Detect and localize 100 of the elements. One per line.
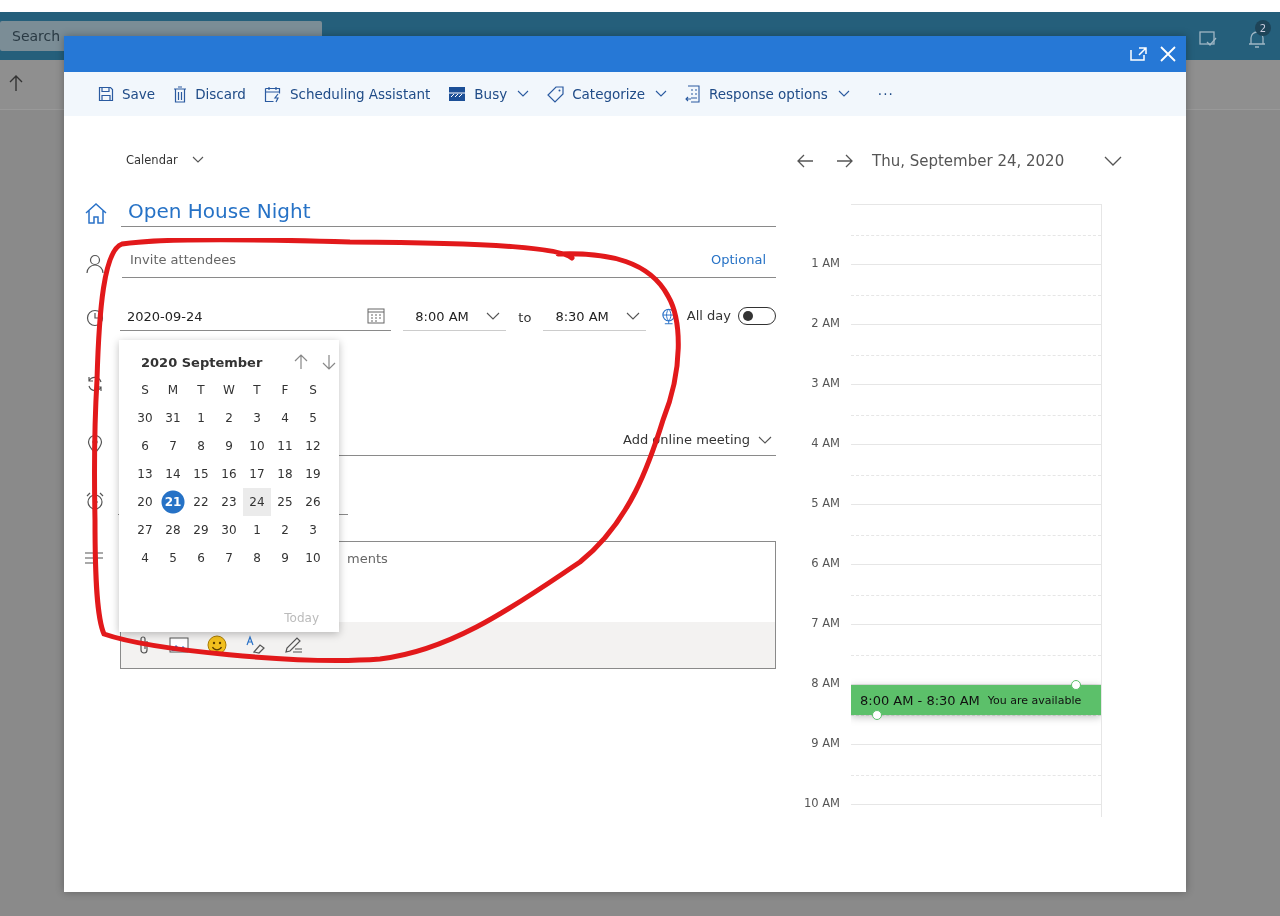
arrow-down-icon[interactable] xyxy=(322,354,337,370)
arrow-up-icon[interactable] xyxy=(8,74,24,92)
calendar-day[interactable]: 24 xyxy=(243,488,271,516)
attendees-field[interactable]: Invite attendees Optional xyxy=(122,249,776,278)
calendar-day[interactable]: 8 xyxy=(243,544,271,572)
hour-label: 9 AM xyxy=(811,736,840,750)
calendar-day[interactable]: 1 xyxy=(187,404,215,432)
close-icon[interactable] xyxy=(1160,46,1176,62)
calendar-day[interactable]: 3 xyxy=(299,516,327,544)
chevron-down-icon xyxy=(191,156,204,164)
toolbar-button[interactable]: Response options xyxy=(685,85,850,103)
hour-label: 2 AM xyxy=(811,316,840,330)
calendar-day[interactable]: 4 xyxy=(271,404,299,432)
event-block[interactable]: 8:00 AM - 8:30 AM You are available xyxy=(851,685,1101,715)
calendar-day[interactable]: 21 xyxy=(159,488,187,516)
calendar-day[interactable]: 2 xyxy=(215,404,243,432)
resize-handle[interactable] xyxy=(872,710,882,720)
calendar-day[interactable]: 10 xyxy=(299,544,327,572)
all-day-toggle[interactable] xyxy=(738,306,776,325)
weekday-label: T xyxy=(196,382,206,399)
chevron-down-icon xyxy=(486,312,501,320)
description-field[interactable]: ments xyxy=(347,551,388,566)
calendar-icon[interactable] xyxy=(367,308,386,324)
toolbar-button[interactable]: Scheduling Assistant xyxy=(263,85,431,103)
calendar-day[interactable]: 4 xyxy=(131,544,159,572)
text-lines-icon xyxy=(84,551,104,565)
calendar-day[interactable]: 7 xyxy=(159,432,187,460)
calendar-day[interactable]: 10 xyxy=(243,432,271,460)
calendar-icon xyxy=(263,85,282,103)
calendar-day[interactable]: 26 xyxy=(299,488,327,516)
calendar-day[interactable]: 11 xyxy=(271,432,299,460)
calendar-day[interactable]: 9 xyxy=(271,544,299,572)
calendar-day[interactable]: 25 xyxy=(271,488,299,516)
calendar-day[interactable]: 29 xyxy=(187,516,215,544)
toolbar-button[interactable]: Discard xyxy=(173,85,246,103)
calendar-day[interactable]: 2 xyxy=(271,516,299,544)
emoji-icon[interactable] xyxy=(207,635,227,655)
calendar-day[interactable]: 6 xyxy=(131,432,159,460)
calendar-day[interactable]: 27 xyxy=(131,516,159,544)
list-document-icon xyxy=(685,85,701,103)
person-icon xyxy=(86,253,104,274)
toolbar-button[interactable]: Busy xyxy=(448,86,530,102)
more-button[interactable]: ··· xyxy=(877,86,894,102)
calendar-day[interactable]: 17 xyxy=(243,460,271,488)
calendar-day[interactable]: 12 xyxy=(299,432,327,460)
calendar-day[interactable]: 20 xyxy=(131,488,159,516)
repeat-icon xyxy=(86,375,104,393)
format-eraser-icon[interactable] xyxy=(245,635,265,655)
calendar-day[interactable]: 5 xyxy=(299,404,327,432)
end-time-dropdown[interactable]: 8:30 AM xyxy=(543,304,647,331)
chevron-down-icon xyxy=(626,312,641,320)
calendar-day[interactable]: 30 xyxy=(131,404,159,432)
title-field[interactable]: Open House Night xyxy=(121,199,776,227)
start-time-dropdown[interactable]: 8:00 AM xyxy=(403,304,507,331)
arrow-left-icon[interactable] xyxy=(796,154,814,168)
optional-link[interactable]: Optional xyxy=(711,252,766,267)
calendar-day[interactable]: 30 xyxy=(215,516,243,544)
toolbar-button[interactable]: Save xyxy=(98,86,156,102)
paperclip-icon[interactable] xyxy=(137,635,151,655)
calendar-day[interactable]: 15 xyxy=(187,460,215,488)
calendar-day[interactable]: 19 xyxy=(299,460,327,488)
calendar-day[interactable]: 13 xyxy=(131,460,159,488)
weekday-label: T xyxy=(252,382,262,399)
calendar-day[interactable]: 3 xyxy=(243,404,271,432)
weekday-label: S xyxy=(140,382,150,399)
calendar-day[interactable]: 9 xyxy=(215,432,243,460)
alarm-clock-icon xyxy=(85,490,105,511)
to-label: to xyxy=(518,310,532,325)
location-pin-icon xyxy=(87,434,103,454)
calendar-day[interactable]: 14 xyxy=(159,460,187,488)
pen-icon[interactable] xyxy=(283,635,303,655)
calendar-day[interactable]: 5 xyxy=(159,544,187,572)
toolbar-button[interactable]: Categorize xyxy=(547,85,667,103)
calendar-day[interactable]: 22 xyxy=(187,488,215,516)
chevron-down-icon[interactable] xyxy=(1104,156,1123,166)
arrow-up-icon[interactable] xyxy=(294,354,309,370)
hour-label: 4 AM xyxy=(811,436,840,450)
calendar-dropdown[interactable]: Calendar xyxy=(126,151,776,169)
tag-icon xyxy=(547,85,565,103)
hour-label: 8 AM xyxy=(811,676,840,690)
date-field[interactable]: 2020-09-24 xyxy=(120,304,392,331)
clock-icon xyxy=(86,308,104,327)
notification-badge: 2 xyxy=(1255,20,1271,36)
calendar-day[interactable]: 8 xyxy=(187,432,215,460)
month-title: 2020 September xyxy=(141,354,263,370)
day-view-date: Thu, September 24, 2020 xyxy=(872,152,1065,170)
resize-handle[interactable] xyxy=(1071,680,1081,690)
calendar-day[interactable]: 16 xyxy=(215,460,243,488)
calendar-day[interactable]: 23 xyxy=(215,488,243,516)
calendar-day[interactable]: 18 xyxy=(271,460,299,488)
calendar-check-icon[interactable] xyxy=(1198,28,1218,48)
calendar-day[interactable]: 1 xyxy=(243,516,271,544)
calendar-day[interactable]: 31 xyxy=(159,404,187,432)
arrow-right-icon[interactable] xyxy=(836,154,854,168)
pop-out-icon[interactable] xyxy=(1130,47,1148,61)
calendar-day[interactable]: 6 xyxy=(187,544,215,572)
hour-label: 7 AM xyxy=(811,616,840,630)
chevron-down-icon xyxy=(758,435,772,444)
calendar-day[interactable]: 28 xyxy=(159,516,187,544)
calendar-day[interactable]: 7 xyxy=(215,544,243,572)
